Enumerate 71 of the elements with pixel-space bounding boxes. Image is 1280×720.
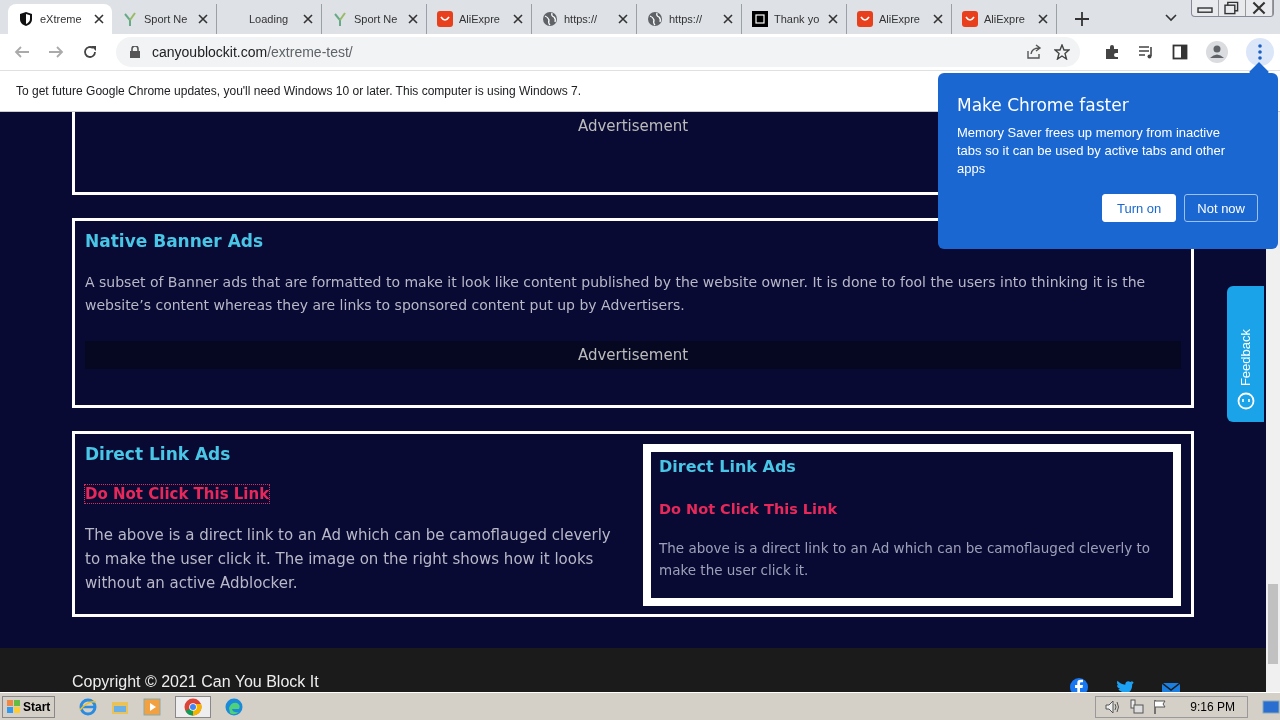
address-bar[interactable]: canyoublockit.com/extreme-test/ xyxy=(116,37,1080,67)
chevron-down-icon[interactable] xyxy=(1165,14,1177,22)
globe-icon xyxy=(542,11,558,27)
share-icon[interactable] xyxy=(1026,44,1042,60)
copyright-text: Copyright © 2021 Can You Block It xyxy=(72,672,319,692)
chat-bubble-icon xyxy=(1236,392,1255,410)
close-icon[interactable] xyxy=(94,14,104,24)
browser-tab[interactable]: eXtreme xyxy=(8,4,112,34)
popup-button[interactable]: Not now xyxy=(1184,194,1258,222)
section-text: A subset of Banner ads that are formatted to make it look like content published by the website owner. It is done to fool the users into thinking it is the website’s content whereas they are links to sponsored content put up by Advertisers. xyxy=(85,273,1147,315)
section-text: The above is a direct link to an Ad which can be camoflauged cleverly to make the user click it. The image on the right shows how it looks without an active Adblocker. xyxy=(85,525,612,594)
bird-icon[interactable] xyxy=(1116,680,1134,692)
media-list-icon[interactable] xyxy=(1138,44,1154,60)
url-text: canyoublockit.com/extreme-test/ xyxy=(152,44,353,60)
section-heading: Direct Link Ads xyxy=(85,444,232,464)
preview-text: The above is a direct link to an Ad which can be camoflauged cleverly to make the user click it. xyxy=(659,539,1151,580)
flag-icon[interactable] xyxy=(1152,698,1169,715)
new-tab-icon[interactable] xyxy=(1075,12,1089,26)
tab-title: AliExpre xyxy=(984,13,1026,25)
sprout-icon xyxy=(332,11,348,27)
tab-title: Sport Ne xyxy=(144,13,189,25)
ad-link[interactable]: Do Not Click This Link xyxy=(85,485,270,503)
tab-title: Sport Ne xyxy=(354,13,399,25)
tab-title: https:// xyxy=(564,13,599,25)
tab-title: AliExpre xyxy=(459,13,501,25)
show-desktop-icon[interactable] xyxy=(1262,698,1280,715)
shopping-bag-icon xyxy=(437,11,453,27)
side-panel-icon[interactable] xyxy=(1172,44,1188,60)
puzzle-piece-icon[interactable] xyxy=(1104,44,1120,60)
preview-heading: Direct Link Ads xyxy=(659,457,797,476)
windows-logo-icon xyxy=(7,699,21,714)
close-icon[interactable] xyxy=(198,14,208,24)
scrollbar-thumb[interactable] xyxy=(1268,584,1278,664)
globe-icon xyxy=(647,11,663,27)
close-icon[interactable] xyxy=(828,14,838,24)
chrome-icon xyxy=(184,697,203,716)
tab-title: eXtreme xyxy=(40,13,83,25)
close-icon[interactable] xyxy=(723,14,733,24)
lock-icon xyxy=(130,46,140,58)
shield-icon xyxy=(18,11,34,27)
shopping-bag-icon xyxy=(962,11,978,27)
square-logo-icon xyxy=(752,11,768,27)
close-icon[interactable] xyxy=(303,14,313,24)
close-icon[interactable] xyxy=(618,14,628,24)
profile-icon[interactable] xyxy=(1206,41,1228,63)
popup-title: Make Chrome faster xyxy=(957,95,1130,115)
tab-title: Thank yo xyxy=(774,13,821,25)
close-icon[interactable] xyxy=(1038,14,1048,24)
tab-title: https:// xyxy=(669,13,704,25)
clock-time: 9:16 PM xyxy=(1190,699,1235,714)
popup-text: Memory Saver frees up memory from inactive tabs so it can be used by active tabs and other apps xyxy=(957,124,1227,178)
advertisement-label: Advertisement xyxy=(577,117,689,137)
info-bar-message: To get future Google Chrome updates, you'll need Windows 10 or later. This computer is using Windows 7. xyxy=(16,84,582,98)
start-button[interactable]: Start xyxy=(2,695,56,718)
advertisement-label: Advertisement xyxy=(577,346,689,364)
sprout-icon xyxy=(122,11,138,27)
popup-button[interactable]: Turn on xyxy=(1101,194,1177,222)
network-icon[interactable] xyxy=(1128,698,1145,715)
reload-icon[interactable] xyxy=(82,44,98,60)
shopping-bag-icon xyxy=(857,11,873,27)
speaker-icon[interactable] xyxy=(1104,698,1121,715)
window-controls[interactable] xyxy=(1191,0,1274,17)
close-icon[interactable] xyxy=(933,14,943,24)
close-icon[interactable] xyxy=(408,14,418,24)
tab-title: Loading xyxy=(249,13,290,25)
menu-icon[interactable] xyxy=(1246,38,1274,66)
star-icon[interactable] xyxy=(1054,44,1070,60)
section-heading: Native Banner Ads xyxy=(85,231,265,251)
taskbar-item[interactable] xyxy=(175,695,212,718)
close-icon[interactable] xyxy=(513,14,523,24)
tab-title: AliExpre xyxy=(879,13,921,25)
